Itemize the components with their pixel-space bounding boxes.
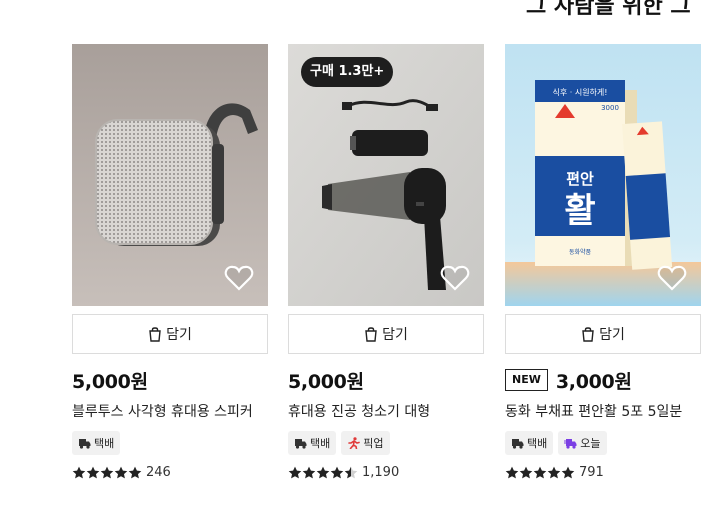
cart-label: 담기 [382, 327, 408, 343]
package-brand: 동화약품 [569, 248, 592, 256]
package-price-tag: 3000 [601, 104, 619, 112]
purchase-count-badge: 구매 1.3만+ [301, 57, 394, 87]
new-badge: NEW [505, 369, 548, 391]
stars [505, 466, 575, 479]
package-name-top: 편안 [566, 170, 594, 188]
tag-label: 오늘 [580, 437, 601, 450]
pickup-tag: 픽업 [341, 431, 390, 455]
star-icon [302, 466, 316, 479]
product-price: 5,000원 [72, 370, 148, 393]
product-title[interactable]: 동화 부채표 편안활 5포 5일분 [505, 401, 715, 421]
fast-truck-icon [564, 439, 577, 449]
rating: 1,190 [288, 465, 484, 480]
truck-icon [295, 439, 307, 449]
star-icon [547, 466, 561, 479]
star-icon [561, 466, 575, 479]
cart-label: 담기 [166, 327, 192, 343]
star-icon [100, 466, 114, 479]
stars [72, 466, 142, 479]
heart-icon[interactable] [657, 264, 687, 292]
product-card[interactable]: 구매 1.3만+ 담기 5,000원 휴대용 진공 청소기 대형 택배 픽업 1… [288, 44, 484, 480]
review-count: 791 [579, 465, 604, 480]
tag-label: 택배 [94, 437, 115, 450]
person-run-icon [348, 437, 361, 449]
product-image[interactable] [72, 44, 268, 306]
cart-label: 담기 [599, 327, 625, 343]
shopping-bag-icon [582, 327, 594, 342]
truck-icon [512, 439, 524, 449]
shopping-bag-icon [149, 327, 161, 342]
star-icon [72, 466, 86, 479]
package-name-bottom: 활 [564, 191, 595, 231]
star-icon [86, 466, 100, 479]
star-icon [519, 466, 533, 479]
tag-label: 택배 [527, 437, 548, 450]
star-icon [316, 466, 330, 479]
delivery-tag: 택배 [288, 431, 337, 455]
product-image[interactable]: 식후 · 시원하게! 3000 편안 활 동화약품 [505, 44, 701, 306]
review-count: 246 [146, 465, 171, 480]
product-price: 5,000원 [288, 370, 364, 393]
product-card[interactable]: 담기 5,000원 블루투스 사각형 휴대용 스피커 택배 246 [72, 44, 268, 480]
shopping-bag-icon [365, 327, 377, 342]
rating: 246 [72, 465, 268, 480]
heart-icon[interactable] [440, 264, 470, 292]
star-icon [330, 466, 344, 479]
section-heading: 그 사람을 위한 그 [526, 0, 691, 19]
star-icon [505, 466, 519, 479]
review-count: 1,190 [362, 465, 400, 480]
truck-icon [79, 439, 91, 449]
star-icon [288, 466, 302, 479]
package-slogan: 식후 · 시원하게! [553, 87, 608, 97]
product-title[interactable]: 휴대용 진공 청소기 대형 [288, 401, 484, 421]
product-card[interactable]: 식후 · 시원하게! 3000 편안 활 동화약품 담기 NEW 3,000원 … [505, 44, 715, 480]
heart-icon[interactable] [224, 264, 254, 292]
delivery-tag: 택배 [72, 431, 121, 455]
star-icon [128, 466, 142, 479]
tag-label: 택배 [310, 437, 331, 450]
stars [288, 466, 358, 479]
star-icon [533, 466, 547, 479]
rating: 791 [505, 465, 715, 480]
add-to-cart-button[interactable]: 담기 [72, 314, 268, 354]
add-to-cart-button[interactable]: 담기 [505, 314, 701, 354]
product-image[interactable]: 구매 1.3만+ [288, 44, 484, 306]
product-price: 3,000원 [555, 370, 632, 393]
add-to-cart-button[interactable]: 담기 [288, 314, 484, 354]
product-title[interactable]: 블루투스 사각형 휴대용 스피커 [72, 401, 268, 421]
delivery-tag: 택배 [505, 431, 554, 455]
star-icon [344, 466, 358, 479]
star-icon [114, 466, 128, 479]
tag-label: 픽업 [363, 437, 384, 450]
today-delivery-tag: 오늘 [558, 431, 607, 455]
